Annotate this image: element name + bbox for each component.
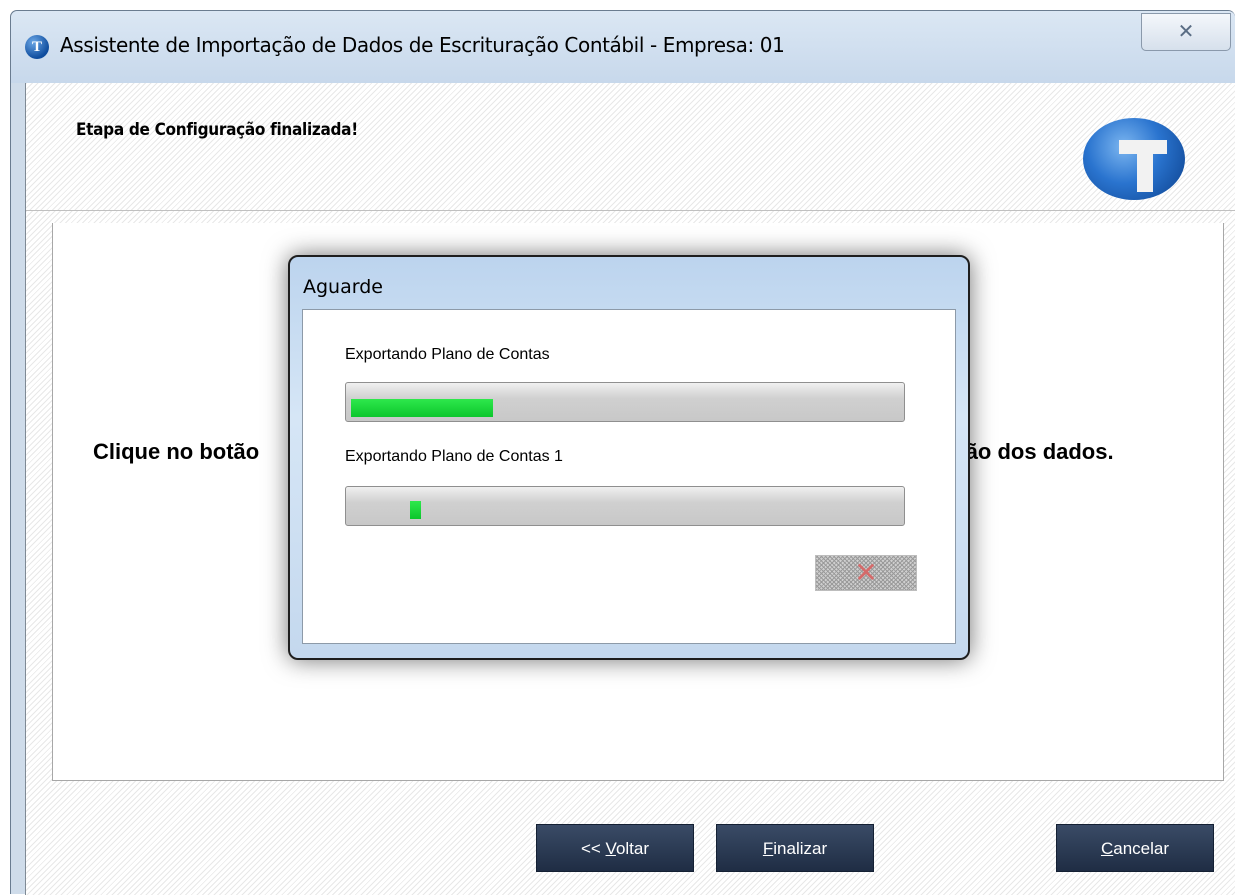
- totvs-logo-icon: [1083, 118, 1185, 200]
- step-title: Etapa de Configuração finalizada!: [76, 120, 358, 140]
- back-button-label: oltar: [615, 839, 650, 858]
- back-button[interactable]: << Voltar: [536, 824, 694, 872]
- cancel-button-label: ancelar: [1113, 839, 1170, 858]
- progress-dialog: Aguarde Exportando Plano de Contas Expor…: [288, 255, 970, 660]
- finish-button-mnemonic: F: [762, 839, 774, 858]
- progress-fill-1: [351, 399, 493, 417]
- finish-button-label: inalizar: [773, 839, 828, 858]
- finish-button[interactable]: Finalizar: [716, 824, 874, 872]
- progress-label-2: Exportando Plano de Contas 1: [345, 448, 563, 465]
- app-icon: T: [25, 35, 49, 59]
- cancel-progress-button[interactable]: ✕: [815, 555, 917, 591]
- footer-panel: << Voltar Finalizar Cancelar: [26, 781, 1235, 895]
- progress-fill-2: [410, 501, 421, 519]
- instruction-text-left: Clique no botão: [93, 439, 260, 464]
- progress-label-1: Exportando Plano de Contas: [345, 346, 550, 363]
- dialog-body: Exportando Plano de Contas Exportando Pl…: [302, 309, 956, 644]
- progress-bar-2: [345, 486, 905, 526]
- back-button-prefix: <<: [580, 839, 606, 858]
- window-title: Assistente de Importação de Dados de Esc…: [60, 33, 785, 57]
- header-panel: Etapa de Configuração finalizada!: [26, 83, 1235, 211]
- instruction-text-right: ção dos dados.: [953, 439, 1114, 464]
- progress-bar-1: [345, 382, 905, 422]
- title-bar[interactable]: T Assistente de Importação de Dados de E…: [11, 11, 1235, 83]
- close-button[interactable]: ✕: [1141, 13, 1231, 51]
- back-button-mnemonic: V: [605, 839, 616, 858]
- dialog-title: Aguarde: [303, 276, 383, 298]
- cancel-button-mnemonic: C: [1100, 839, 1114, 858]
- cancel-button[interactable]: Cancelar: [1056, 824, 1214, 872]
